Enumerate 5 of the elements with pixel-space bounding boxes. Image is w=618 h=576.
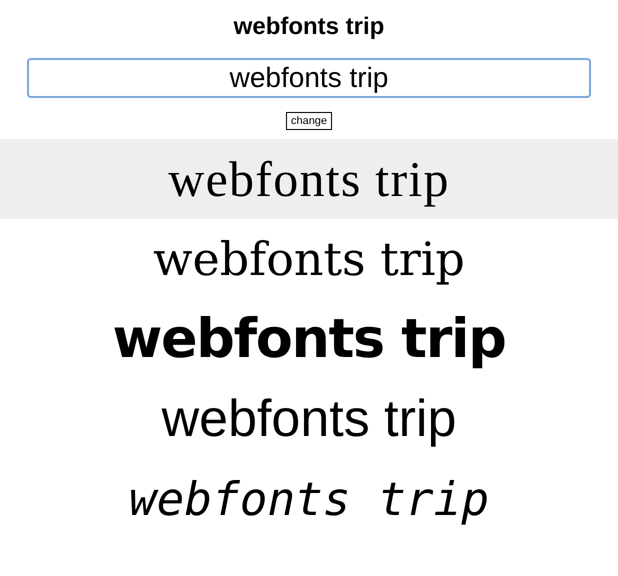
- font-sample: webfonts trip: [162, 393, 456, 445]
- font-sample: webfonts trip: [112, 312, 506, 366]
- text-field[interactable]: webfonts trip: [27, 58, 591, 98]
- change-button[interactable]: change: [286, 112, 332, 130]
- page-title: webfonts trip: [234, 12, 384, 42]
